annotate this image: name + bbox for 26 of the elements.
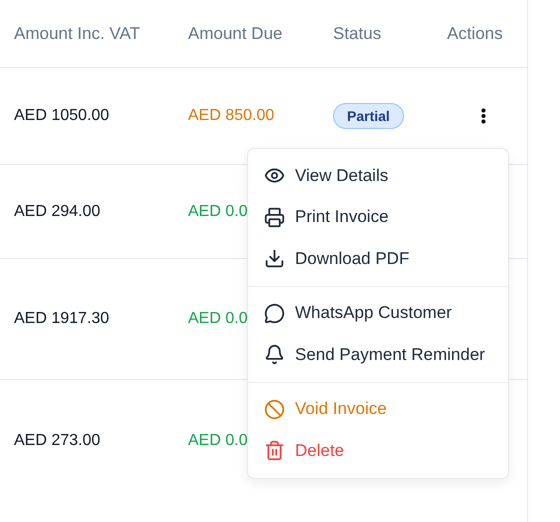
- kebab-icon: [481, 108, 486, 124]
- bell-icon: [264, 344, 285, 366]
- status-badge: Partial: [333, 103, 404, 129]
- menu-item[interactable]: Delete: [248, 430, 508, 472]
- printer-icon: [264, 206, 285, 228]
- table-cell: AED 0.0: [188, 202, 248, 220]
- download-icon: [264, 248, 285, 270]
- speech-bubble-icon: [264, 302, 285, 324]
- column-header: Status: [333, 24, 382, 44]
- table-cell: AED 1050.00: [14, 107, 110, 125]
- table-cell: AED 294.00: [14, 202, 100, 220]
- menu-item[interactable]: View Details: [248, 155, 508, 196]
- menu-item[interactable]: WhatsApp Customer: [248, 292, 508, 334]
- table-cell: AED 0.0: [188, 310, 248, 328]
- menu-item[interactable]: Print Invoice: [248, 196, 508, 238]
- menu-item[interactable]: Download PDF: [248, 238, 508, 280]
- table-cell: AED 0.0: [188, 432, 248, 450]
- prohibited-icon: [264, 398, 285, 420]
- column-header: Amount Due: [188, 24, 282, 44]
- column-header: Amount Inc. VAT: [14, 24, 140, 44]
- menu-item[interactable]: Send Payment Reminder: [248, 334, 508, 376]
- column-header: Actions: [447, 24, 503, 44]
- table-cell: AED 273.00: [14, 432, 100, 450]
- trash-icon: [264, 440, 285, 462]
- table-cell: AED 1917.30: [14, 310, 110, 328]
- table-cell: AED 850.00: [188, 107, 274, 125]
